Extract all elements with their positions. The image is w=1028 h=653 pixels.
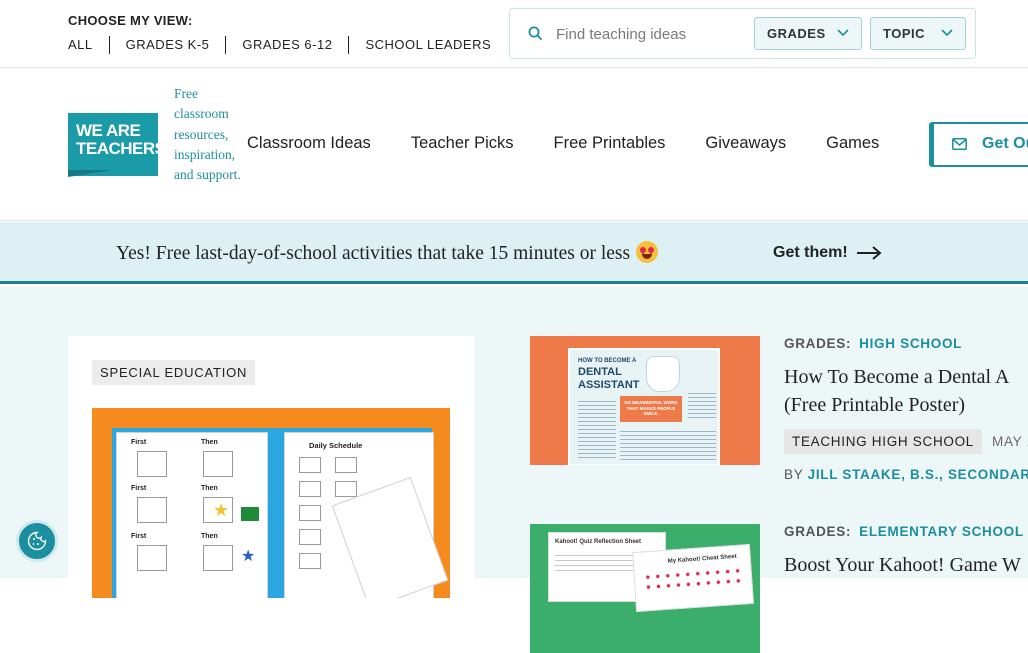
poster-callout: DO MEANINGFUL WORK THAT MAKES PEOPLE SMI… (620, 396, 682, 422)
poster-preview: HOW TO BECOME A DENTAL ASSISTANT DO MEAN… (568, 348, 720, 465)
cheat-sheet-dots (642, 565, 744, 593)
category-tag[interactable]: SPECIAL EDUCATION (92, 360, 256, 385)
mail-icon (952, 138, 967, 150)
grades-label: GRADES: (784, 336, 852, 351)
search-input[interactable] (556, 20, 746, 48)
author-link[interactable]: JILL STAAKE, B.S., SECONDARY EL (808, 467, 1028, 482)
label-first: First (131, 485, 147, 492)
poster-text-block (688, 390, 716, 420)
article-title-line-1: How To Become a Dental A (784, 366, 1010, 388)
topic-dropdown[interactable]: TOPIC (870, 17, 966, 50)
cta-label: Get Our (982, 135, 1028, 152)
nav-giveaways[interactable]: Giveaways (705, 134, 786, 153)
logo-line-2: TEACHERS (76, 139, 166, 158)
nav-teacher-picks[interactable]: Teacher Picks (411, 134, 514, 153)
chevron-down-icon (941, 29, 953, 37)
site-header: WE ARE TEACHERS Free classroom resources… (0, 68, 1028, 221)
article-thumbnail[interactable]: HOW TO BECOME A DENTAL ASSISTANT DO MEAN… (530, 336, 760, 465)
grades-value-link[interactable]: ELEMENTARY SCHOOL (859, 524, 1024, 539)
promo-message: Yes! Free last-day-of-school activities … (116, 243, 631, 264)
main-nav: Classroom Ideas Teacher Picks Free Print… (247, 134, 919, 153)
article-title-line-2: (Free Printable Poster) (784, 394, 966, 416)
site-logo[interactable]: WE ARE TEACHERS (68, 113, 166, 176)
view-bar: CHOOSE MY VIEW: ALL GRADES K-5 GRADES 6-… (0, 0, 1028, 68)
promo-banner: Yes! Free last-day-of-school activities … (0, 222, 1028, 284)
worksheet-title: Kahoot! Quiz Reflection Sheet (555, 539, 642, 545)
label-first: First (131, 533, 147, 540)
label-then: Then (201, 485, 218, 492)
visual-schedule-board: First Then First Then ★ First Then ★ Dai… (112, 428, 449, 598)
cheat-sheet-title: My Kahoot! Cheat Sheet (667, 553, 737, 565)
article-tag-row: TEACHING HIGH SCHOOL MAY 19 (784, 429, 1028, 454)
chevron-down-icon (837, 29, 849, 37)
article-tag[interactable]: TEACHING HIGH SCHOOL (784, 429, 983, 454)
grades-dropdown[interactable]: GRADES (754, 17, 862, 50)
poster-title: ASSISTANT (578, 379, 640, 391)
cookie-settings-button[interactable] (16, 520, 58, 562)
search-icon[interactable] (528, 26, 542, 40)
choose-view-title: CHOOSE MY VIEW: (68, 13, 193, 28)
grades-label: GRADES: (784, 524, 852, 539)
poster-title: DENTAL (578, 366, 622, 378)
grades-dropdown-label: GRADES (767, 26, 826, 41)
label-first: First (131, 439, 147, 446)
nav-free-printables[interactable]: Free Printables (554, 134, 666, 153)
view-link-grades-k-5[interactable]: GRADES K-5 (108, 36, 226, 54)
topic-dropdown-label: TOPIC (883, 26, 925, 41)
article-title-line-1: Boost Your Kahoot! Game W (784, 554, 1021, 576)
logo-line-1: WE ARE (76, 121, 141, 140)
tooth-icon (646, 356, 680, 392)
article-date: MAY 19 (992, 434, 1028, 449)
promo-text: Yes! Free last-day-of-school activities … (116, 241, 659, 265)
heart-eyes-emoji-icon (636, 241, 659, 263)
cheat-sheet-preview: My Kahoot! Cheat Sheet (632, 543, 754, 613)
logo-tail (68, 170, 112, 177)
label-daily-schedule: Daily Schedule (309, 441, 363, 450)
newsletter-cta-button[interactable]: Get Our (929, 122, 1028, 167)
arrow-right-icon[interactable] (856, 246, 882, 260)
poster-heading: HOW TO BECOME A (578, 358, 637, 364)
article-thumbnail[interactable]: Kahoot! Quiz Reflection Sheet My Kahoot!… (530, 524, 760, 653)
view-link-all[interactable]: ALL (68, 36, 109, 54)
article-item[interactable]: Kahoot! Quiz Reflection Sheet My Kahoot!… (530, 524, 1028, 653)
label-then: Then (201, 533, 218, 540)
article-byline: BY JILL STAAKE, B.S., SECONDARY EL (784, 467, 1028, 482)
article-item[interactable]: HOW TO BECOME A DENTAL ASSISTANT DO MEAN… (530, 336, 1028, 506)
article-title[interactable]: How To Become a Dental A (Free Printable… (784, 363, 1028, 419)
byline-by: BY (784, 467, 804, 482)
site-tagline: Free classroom resources, inspiration, a… (174, 86, 241, 183)
search-bar: GRADES TOPIC (509, 8, 976, 59)
poster-text-block (578, 398, 616, 458)
first-then-panel: First Then First Then ★ First Then ★ (116, 432, 268, 598)
nav-games[interactable]: Games (826, 134, 879, 153)
article-title[interactable]: Boost Your Kahoot! Game W (784, 551, 1028, 579)
featured-article-image[interactable]: First Then First Then ★ First Then ★ Dai… (92, 408, 450, 598)
featured-article-card[interactable]: SPECIAL EDUCATION First Then First Then … (68, 336, 474, 598)
article-grades: GRADES: ELEMENTARY SCHOOL (784, 524, 1024, 539)
nav-classroom-ideas[interactable]: Classroom Ideas (247, 134, 371, 153)
label-then: Then (201, 439, 218, 446)
promo-link[interactable]: Get them! (773, 244, 848, 262)
content-area: SPECIAL EDUCATION First Then First Then … (0, 287, 1028, 653)
poster-text-block (620, 428, 716, 462)
cookie-icon (27, 531, 47, 551)
article-grades: GRADES: HIGH SCHOOL (784, 336, 962, 351)
view-link-grades-6-12[interactable]: GRADES 6-12 (225, 36, 348, 54)
grades-value-link[interactable]: HIGH SCHOOL (859, 336, 962, 351)
view-links: ALL GRADES K-5 GRADES 6-12 SCHOOL LEADER… (68, 36, 507, 54)
view-link-school-leaders[interactable]: SCHOOL LEADERS (348, 36, 507, 54)
